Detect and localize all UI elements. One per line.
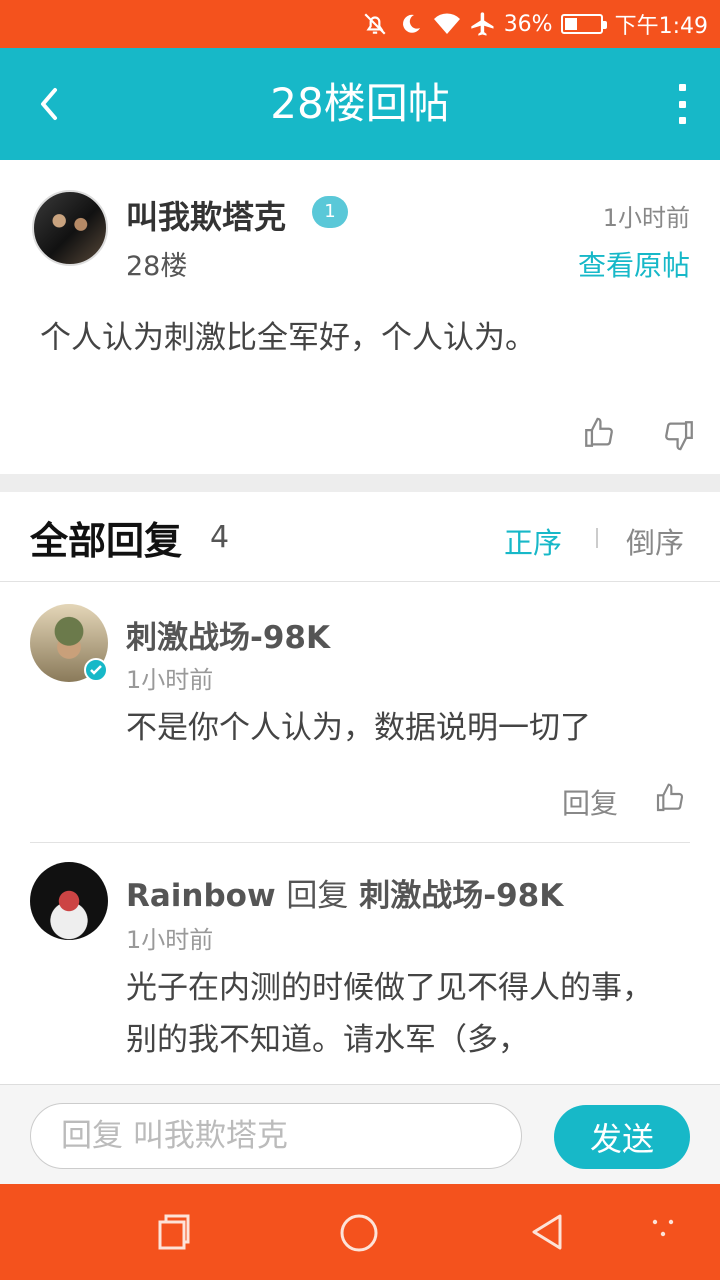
sort-descending-tab[interactable]: 倒序 (626, 520, 684, 562)
post-author[interactable]: 叫我欺塔克 (126, 192, 286, 238)
airplane-icon (468, 9, 498, 39)
more-button[interactable] (674, 84, 690, 124)
dislike-button[interactable] (662, 418, 698, 454)
replies-count: 4 (210, 520, 230, 555)
home-circle-icon (340, 1214, 378, 1252)
reply-author[interactable]: Rainbow (126, 878, 276, 914)
reply-word: 回复 (286, 878, 349, 914)
original-post: 叫我欺塔克 1 28楼 1小时前 查看原帖 个人认为刺激比全军好，个人认为。 (0, 160, 720, 474)
reply-time: 1小时前 (126, 666, 214, 694)
reply-text: 不是你个人认为，数据说明一切了 (126, 710, 591, 746)
avatar[interactable] (30, 862, 108, 940)
thumbs-up-icon (585, 417, 613, 447)
replies-title: 全部回复 (30, 519, 183, 563)
recent-apps-button[interactable] (154, 1212, 194, 1252)
section-divider (0, 474, 720, 492)
reply-input-bar: 发送 (0, 1084, 720, 1184)
sort-separator (596, 528, 598, 548)
reply-time: 1小时前 (126, 926, 214, 954)
battery-percent: 36% (503, 11, 553, 37)
back-triangle-icon (532, 1214, 562, 1250)
back-button[interactable] (22, 76, 78, 132)
reply-target[interactable]: 刺激战场-98K (359, 878, 563, 914)
thumbs-up-icon (656, 783, 684, 812)
dots-menu-icon (652, 1219, 674, 1237)
system-nav-bar (0, 1184, 720, 1280)
reply-header: Rainbow 回复 刺激战场-98K (126, 870, 563, 915)
status-time: 下午1:49 (614, 14, 708, 39)
status-bar: 36% 下午1:49 (0, 0, 720, 48)
verified-badge-icon (84, 658, 108, 682)
back-nav-button[interactable] (528, 1212, 568, 1252)
post-time: 1小时前 (602, 204, 690, 232)
page-title: 28楼回帖 (270, 79, 450, 128)
avatar[interactable] (32, 190, 108, 266)
post-floor: 28楼 (126, 251, 188, 282)
view-original-link[interactable]: 查看原帖 (578, 244, 690, 284)
reply-text: 光子在内测的时候做了见不得人的事，别的我不知道。请水军（多， (126, 970, 653, 1058)
post-content: 个人认为刺激比全军好，个人认为。 (40, 320, 536, 356)
notifications-off-icon (360, 9, 390, 39)
like-button[interactable] (654, 782, 688, 816)
send-button[interactable]: 发送 (554, 1105, 690, 1169)
sort-ascending-tab[interactable]: 正序 (504, 520, 562, 562)
moon-icon (396, 9, 426, 39)
battery-level-fill (564, 18, 577, 30)
chevron-left-icon (41, 88, 57, 120)
reply-input[interactable] (30, 1103, 522, 1169)
home-button[interactable] (338, 1212, 378, 1252)
battery-icon (560, 14, 607, 34)
thumbs-down-icon (665, 421, 693, 451)
reply-item: Rainbow 回复 刺激战场-98K 1小时前 光子在内测的时候做了见不得人的… (0, 842, 720, 1084)
reply-button[interactable]: 回复 (562, 782, 618, 822)
like-button[interactable] (582, 416, 618, 452)
reply-author[interactable]: 刺激战场-98K (126, 612, 330, 657)
wifi-icon (432, 9, 462, 39)
app-bar: 28楼回帖 (0, 48, 720, 160)
replies-header: 全部回复 4 正序 倒序 (0, 492, 720, 582)
recent-apps-icon (158, 1214, 190, 1250)
level-badge: 1 (312, 196, 348, 228)
more-vertical-icon (678, 84, 686, 91)
reply-item: 刺激战场-98K 1小时前 不是你个人认为，数据说明一切了 回复 (0, 582, 720, 842)
nav-menu-button[interactable] (648, 1212, 688, 1252)
